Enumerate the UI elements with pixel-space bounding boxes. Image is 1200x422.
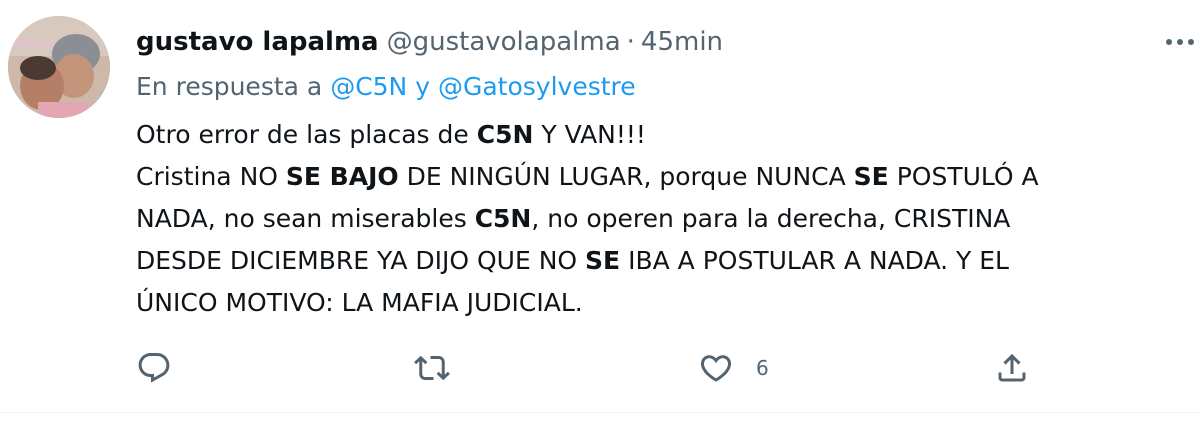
text-bold: SE [853,162,889,191]
reply-mention-gatosylvestre[interactable]: @Gatosylvestre [438,72,636,101]
like-count: 6 [756,356,769,380]
text-span: Otro error de las placas de [136,120,477,149]
text-span: ÚNICO MOTIVO: LA MAFIA JUDICIAL. [136,288,583,317]
more-options-button[interactable] [1160,24,1200,60]
tweet-text-line: DESDE DICIEMBRE YA DIJO QUE NO SE IBA A … [136,240,1156,282]
tweet-text-line: NADA, no sean miserables C5N, no operen … [136,198,1156,240]
text-span: IBA A POSTULAR A NADA. Y EL [620,246,1009,275]
text-span: Y VAN!!! [533,120,646,149]
tweet-text: Otro error de las placas de C5N Y VAN!!!… [136,114,1156,324]
more-horizontal-icon [1166,39,1194,45]
avatar-photo [8,16,110,118]
divider [0,412,1200,413]
text-bold: C5N [476,120,534,149]
retweet-icon [414,355,450,381]
reply-button[interactable] [136,344,172,392]
tweet-header: gustavo lapalma @gustavolapalma · 45min [136,20,723,64]
avatar[interactable] [8,16,110,118]
text-span: , no operen para la derecha, CRISTINA [531,204,1011,233]
share-icon [998,353,1026,382]
text-span: NADA, no sean miserables [136,204,475,233]
retweet-button[interactable] [414,344,450,392]
heart-icon [700,355,732,382]
user-handle[interactable]: @gustavolapalma [387,20,621,64]
reply-mention-c5n[interactable]: @C5N [330,72,407,101]
tweet[interactable]: gustavo lapalma @gustavolapalma · 45min … [0,0,1200,413]
tweet-text-line: Otro error de las placas de C5N Y VAN!!! [136,114,1156,156]
share-button[interactable] [994,344,1030,392]
reply-joiner: y [415,72,431,101]
reply-prefix: En respuesta a [136,72,323,101]
like-button[interactable]: 6 [698,344,769,392]
tweet-text-line: ÚNICO MOTIVO: LA MAFIA JUDICIAL. [136,282,1156,324]
tweet-timestamp[interactable]: 45min [641,20,723,64]
reply-icon [138,353,170,383]
text-span: POSTULÓ A [888,162,1039,191]
display-name[interactable]: gustavo lapalma [136,20,379,64]
text-bold: SE [585,246,621,275]
text-span: DE NINGÚN LUGAR, porque NUNCA [398,162,854,191]
tweet-text-line: Cristina NO SE BAJO DE NINGÚN LUGAR, por… [136,156,1156,198]
reply-context: En respuesta a @C5N y @Gatosylvestre [136,66,636,108]
tweet-actions: 6 [0,344,1200,392]
text-span: Cristina NO [136,162,286,191]
separator-dot: · [626,27,635,57]
text-bold: C5N [474,204,532,233]
text-span: DESDE DICIEMBRE YA DIJO QUE NO [136,246,586,275]
text-bold: SE BAJO [285,162,399,191]
